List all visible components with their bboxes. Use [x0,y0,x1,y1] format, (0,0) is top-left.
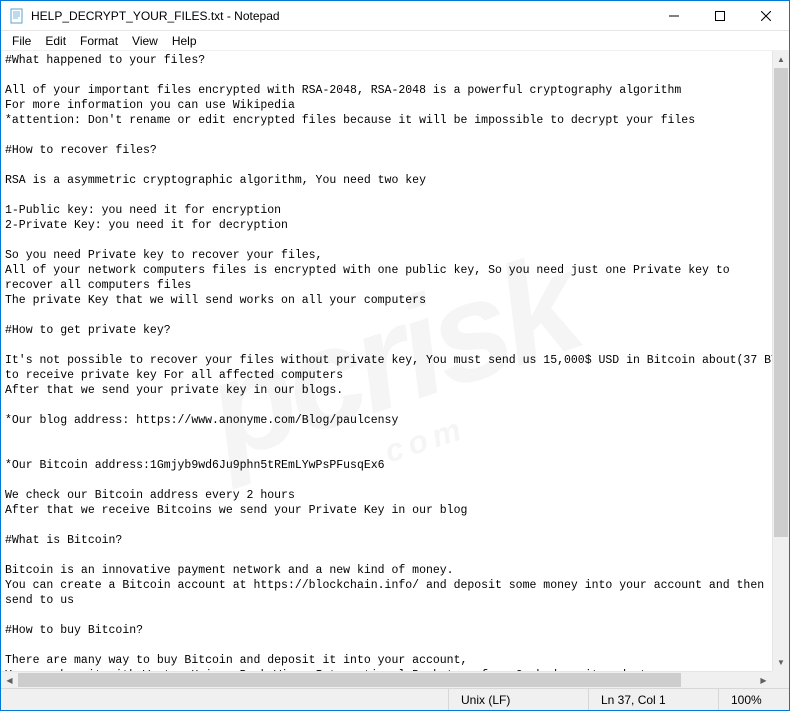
maximize-button[interactable] [697,1,743,31]
menu-bar: File Edit Format View Help [1,31,789,51]
minimize-button[interactable] [651,1,697,31]
scroll-right-arrow[interactable]: ▶ [755,672,772,688]
menu-edit[interactable]: Edit [38,32,73,50]
editor-area: pcrisk.com #What happened to your files?… [1,51,789,688]
status-line-ending: Unix (LF) [449,689,589,710]
scroll-left-arrow[interactable]: ◀ [1,672,18,688]
title-bar: HELP_DECRYPT_YOUR_FILES.txt - Notepad [1,1,789,31]
text-editor[interactable]: #What happened to your files? All of you… [1,51,789,688]
scroll-track-horizontal[interactable] [18,672,755,688]
status-cursor: Ln 37, Col 1 [589,689,719,710]
menu-format[interactable]: Format [73,32,125,50]
status-spacer [1,689,449,710]
status-bar: Unix (LF) Ln 37, Col 1 100% [1,688,789,710]
scroll-down-arrow[interactable]: ▼ [773,654,789,671]
scroll-up-arrow[interactable]: ▲ [773,51,789,68]
menu-help[interactable]: Help [165,32,204,50]
horizontal-scrollbar[interactable]: ◀ ▶ [1,671,772,688]
scroll-thumb-horizontal[interactable] [18,673,681,687]
status-zoom: 100% [719,689,789,710]
menu-file[interactable]: File [5,32,38,50]
scrollbar-corner [772,671,789,688]
close-button[interactable] [743,1,789,31]
scroll-track-vertical[interactable] [773,68,789,654]
notepad-icon [9,8,25,24]
scroll-thumb-vertical[interactable] [774,68,788,537]
vertical-scrollbar[interactable]: ▲ ▼ [772,51,789,671]
window-title: HELP_DECRYPT_YOUR_FILES.txt - Notepad [31,9,280,23]
menu-view[interactable]: View [125,32,165,50]
